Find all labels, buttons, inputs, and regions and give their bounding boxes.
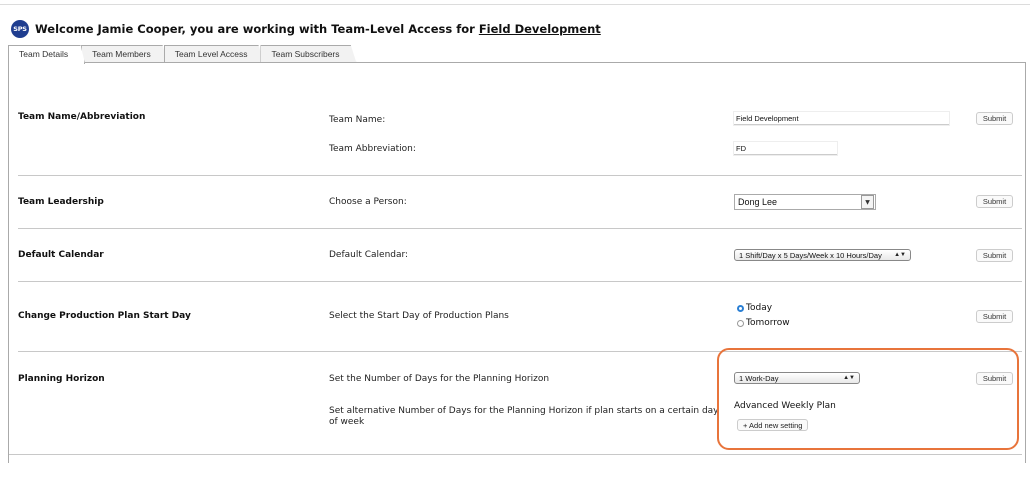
divider [18, 175, 1022, 176]
divider [18, 351, 1022, 352]
divider [18, 281, 1022, 282]
select-arrows-icon: ▲▼ [894, 252, 906, 258]
start-day-submit-button[interactable]: Submit [976, 310, 1013, 323]
divider [18, 228, 1022, 229]
tab-team-details[interactable]: Team Details [8, 45, 86, 64]
person-combobox[interactable]: Dong Lee ▼ [734, 194, 876, 210]
select-arrows-icon: ▲▼ [843, 375, 855, 381]
welcome-text: Welcome Jamie Cooper, you are working wi… [35, 22, 601, 36]
section-title-leadership: Team Leadership [18, 197, 104, 207]
default-calendar-label: Default Calendar: [329, 250, 409, 260]
section-title-team-name: Team Name/Abbreviation [18, 112, 146, 122]
radio-unselected-icon[interactable] [737, 319, 744, 327]
horizon-label: Set the Number of Days for the Planning … [329, 374, 550, 384]
tab-team-level-access[interactable]: Team Level Access [163, 45, 265, 63]
section-title-calendar: Default Calendar [18, 250, 104, 260]
alt-horizon-label: Set alternative Number of Days for the P… [329, 406, 719, 427]
divider [9, 454, 1022, 455]
team-abbreviation-input[interactable] [734, 142, 837, 155]
sps-logo: SPS [11, 20, 29, 38]
team-details-panel: Team Name/Abbreviation Team Name: Submit… [8, 62, 1026, 463]
tab-bar: Team Details Team Members Team Level Acc… [8, 45, 357, 64]
tab-team-members[interactable]: Team Members [81, 45, 168, 63]
calendar-select[interactable]: 1 Shift/Day x 5 Days/Week x 10 Hours/Day… [734, 249, 911, 261]
horizon-submit-button[interactable]: Submit [976, 372, 1013, 385]
welcome-header: SPS Welcome Jamie Cooper, you are workin… [11, 20, 601, 38]
chevron-down-icon[interactable]: ▼ [861, 195, 874, 209]
team-link[interactable]: Field Development [479, 22, 601, 36]
team-abbreviation-label: Team Abbreviation: [329, 144, 416, 154]
section-title-horizon: Planning Horizon [18, 374, 105, 384]
calendar-submit-button[interactable]: Submit [976, 249, 1013, 262]
horizon-value: 1 Work-Day [739, 373, 779, 383]
team-name-input[interactable] [734, 112, 949, 125]
radio-tomorrow[interactable]: Tomorrow [737, 318, 790, 328]
horizon-select[interactable]: 1 Work-Day ▲▼ [734, 372, 860, 384]
add-new-setting-button[interactable]: + Add new setting [737, 419, 809, 431]
leadership-submit-button[interactable]: Submit [976, 195, 1013, 208]
person-value: Dong Lee [738, 197, 778, 207]
start-day-label: Select the Start Day of Production Plans [329, 311, 509, 321]
radio-selected-icon[interactable] [737, 304, 744, 312]
team-name-submit-button[interactable]: Submit [976, 112, 1013, 125]
calendar-value: 1 Shift/Day x 5 Days/Week x 10 Hours/Day [739, 250, 882, 260]
advanced-weekly-plan-label: Advanced Weekly Plan [734, 401, 836, 411]
tab-team-subscribers[interactable]: Team Subscribers [260, 45, 357, 63]
team-name-label: Team Name: [329, 115, 386, 125]
choose-person-label: Choose a Person: [329, 197, 407, 207]
radio-today[interactable]: Today [737, 303, 772, 313]
section-title-start-day: Change Production Plan Start Day [18, 311, 191, 321]
top-divider [0, 4, 1030, 5]
